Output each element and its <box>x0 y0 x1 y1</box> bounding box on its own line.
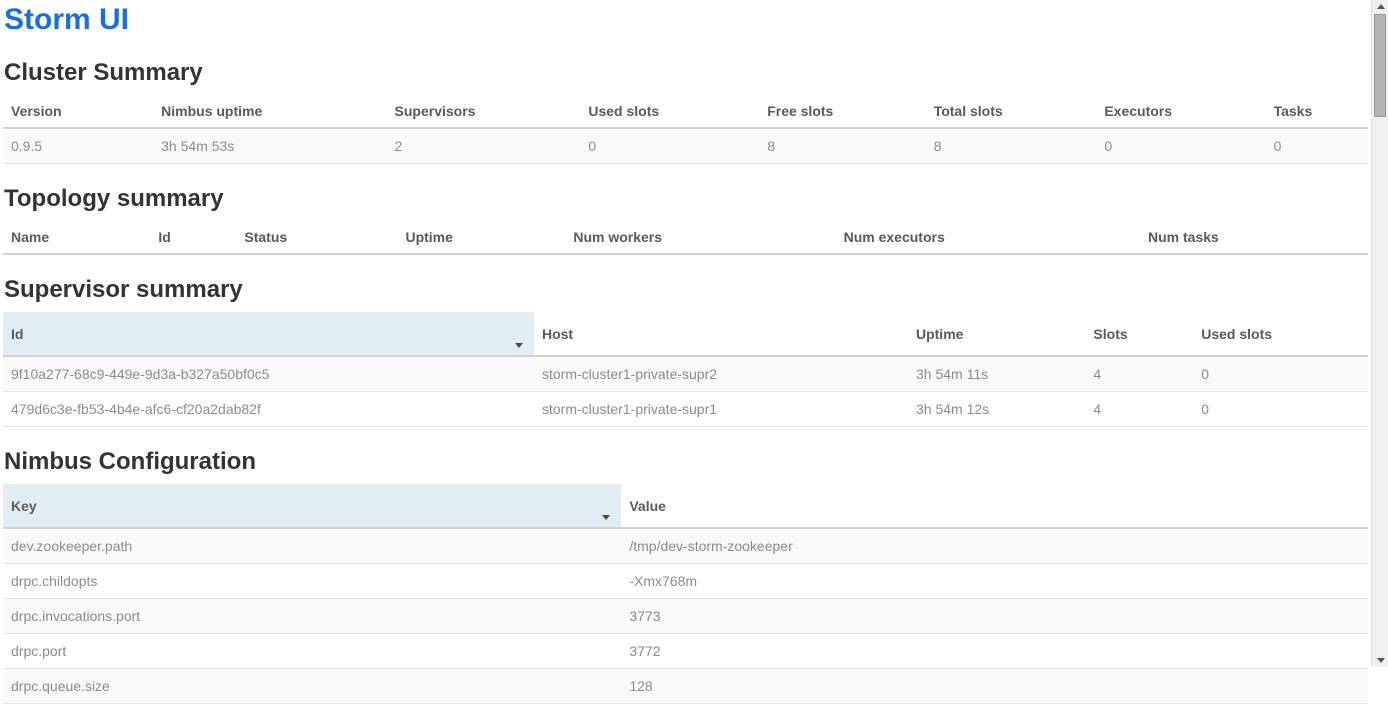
table-row: 479d6c3e-fb53-4b4e-afc6-cf20a2dab82f sto… <box>3 392 1368 427</box>
column-header-name[interactable]: Name <box>3 221 150 254</box>
cluster-summary-heading: Cluster Summary <box>4 58 1368 88</box>
table-header-row: Id Host Uptime Slots Used slots <box>3 312 1368 356</box>
column-header-free-slots[interactable]: Free slots <box>759 95 926 128</box>
cell-free-slots: 8 <box>759 128 926 164</box>
cell-host: storm-cluster1-private-supr1 <box>534 392 908 427</box>
table-row: drpc.port 3772 <box>3 634 1368 669</box>
sort-desc-icon <box>602 515 610 520</box>
cell-used-slots: 0 <box>1193 392 1368 427</box>
page-title[interactable]: Storm UI <box>4 2 1368 37</box>
column-header-num-workers[interactable]: Num workers <box>565 221 835 254</box>
cell-supervisors: 2 <box>387 128 581 164</box>
supervisor-summary-heading: Supervisor summary <box>4 275 1368 305</box>
cell-config-value: -Xmx768m <box>621 564 1368 599</box>
table-row: drpc.invocations.port 3773 <box>3 599 1368 634</box>
table-row: 9f10a277-68c9-449e-9d3a-b327a50bf0c5 sto… <box>3 356 1368 392</box>
nimbus-configuration-table: Key Value dev.zookeeper.path /tmp/dev-st… <box>3 484 1368 704</box>
scrollbar-thumb[interactable] <box>1374 14 1386 117</box>
cell-config-value: /tmp/dev-storm-zookeeper <box>621 528 1368 564</box>
triangle-down-icon <box>1377 658 1385 663</box>
cell-config-key: drpc.queue.size <box>3 669 621 704</box>
table-header-row: Name Id Status Uptime Num workers Num ex… <box>3 221 1368 254</box>
column-header-tasks[interactable]: Tasks <box>1266 95 1368 128</box>
table-row: dev.zookeeper.path /tmp/dev-storm-zookee… <box>3 528 1368 564</box>
cell-supervisor-id: 9f10a277-68c9-449e-9d3a-b327a50bf0c5 <box>3 356 534 392</box>
table-row: drpc.queue.size 128 <box>3 669 1368 704</box>
cell-uptime: 3h 54m 12s <box>908 392 1085 427</box>
column-header-num-tasks[interactable]: Num tasks <box>1140 221 1368 254</box>
vertical-scrollbar[interactable] <box>1371 0 1388 667</box>
column-header-id[interactable]: Id <box>150 221 236 254</box>
cell-used-slots: 0 <box>1193 356 1368 392</box>
column-header-uptime[interactable]: Uptime <box>397 221 565 254</box>
column-header-value[interactable]: Value <box>621 484 1368 528</box>
main-content: Storm UI Cluster Summary Version Nimbus … <box>0 0 1371 667</box>
supervisor-summary-table: Id Host Uptime Slots Used slots 9f10a277… <box>3 312 1368 427</box>
cell-config-key: drpc.invocations.port <box>3 599 621 634</box>
column-header-version[interactable]: Version <box>3 95 153 128</box>
cell-uptime: 3h 54m 11s <box>908 356 1085 392</box>
cell-host: storm-cluster1-private-supr2 <box>534 356 908 392</box>
column-header-supervisors[interactable]: Supervisors <box>387 95 581 128</box>
cell-config-value: 3772 <box>621 634 1368 669</box>
sort-desc-icon <box>515 343 523 348</box>
cell-total-slots: 8 <box>926 128 1097 164</box>
triangle-up-icon <box>1377 4 1385 9</box>
table-header-row: Version Nimbus uptime Supervisors Used s… <box>3 95 1368 128</box>
cell-config-value: 128 <box>621 669 1368 704</box>
cell-supervisor-id: 479d6c3e-fb53-4b4e-afc6-cf20a2dab82f <box>3 392 534 427</box>
cluster-summary-table: Version Nimbus uptime Supervisors Used s… <box>3 95 1368 164</box>
cell-config-value: 3773 <box>621 599 1368 634</box>
column-header-used-slots[interactable]: Used slots <box>580 95 759 128</box>
scrollbar-up-button[interactable] <box>1372 0 1388 14</box>
cell-slots: 4 <box>1085 392 1193 427</box>
scrollbar-down-button[interactable] <box>1372 653 1388 667</box>
column-header-slots[interactable]: Slots <box>1085 312 1193 356</box>
cell-executors: 0 <box>1096 128 1265 164</box>
column-header-total-slots[interactable]: Total slots <box>926 95 1097 128</box>
cell-used-slots: 0 <box>580 128 759 164</box>
column-header-status[interactable]: Status <box>236 221 397 254</box>
cell-version: 0.9.5 <box>3 128 153 164</box>
nimbus-configuration-heading: Nimbus Configuration <box>4 447 1368 477</box>
table-row: 0.9.5 3h 54m 53s 2 0 8 8 0 0 <box>3 128 1368 164</box>
cell-nimbus-uptime: 3h 54m 53s <box>153 128 386 164</box>
column-header-num-executors[interactable]: Num executors <box>836 221 1140 254</box>
table-header-row: Key Value <box>3 484 1368 528</box>
cell-slots: 4 <box>1085 356 1193 392</box>
column-header-nimbus-uptime[interactable]: Nimbus uptime <box>153 95 386 128</box>
column-header-uptime[interactable]: Uptime <box>908 312 1085 356</box>
column-header-key-sorted[interactable]: Key <box>3 484 621 528</box>
column-header-executors[interactable]: Executors <box>1096 95 1265 128</box>
cell-config-key: drpc.childopts <box>3 564 621 599</box>
topology-summary-heading: Topology summary <box>4 184 1368 214</box>
cell-tasks: 0 <box>1266 128 1368 164</box>
table-row: drpc.childopts -Xmx768m <box>3 564 1368 599</box>
cell-config-key: drpc.port <box>3 634 621 669</box>
cell-config-key: dev.zookeeper.path <box>3 528 621 564</box>
column-header-used-slots[interactable]: Used slots <box>1193 312 1368 356</box>
topology-summary-table: Name Id Status Uptime Num workers Num ex… <box>3 221 1368 255</box>
column-header-host[interactable]: Host <box>534 312 908 356</box>
column-header-id-sorted[interactable]: Id <box>3 312 534 356</box>
